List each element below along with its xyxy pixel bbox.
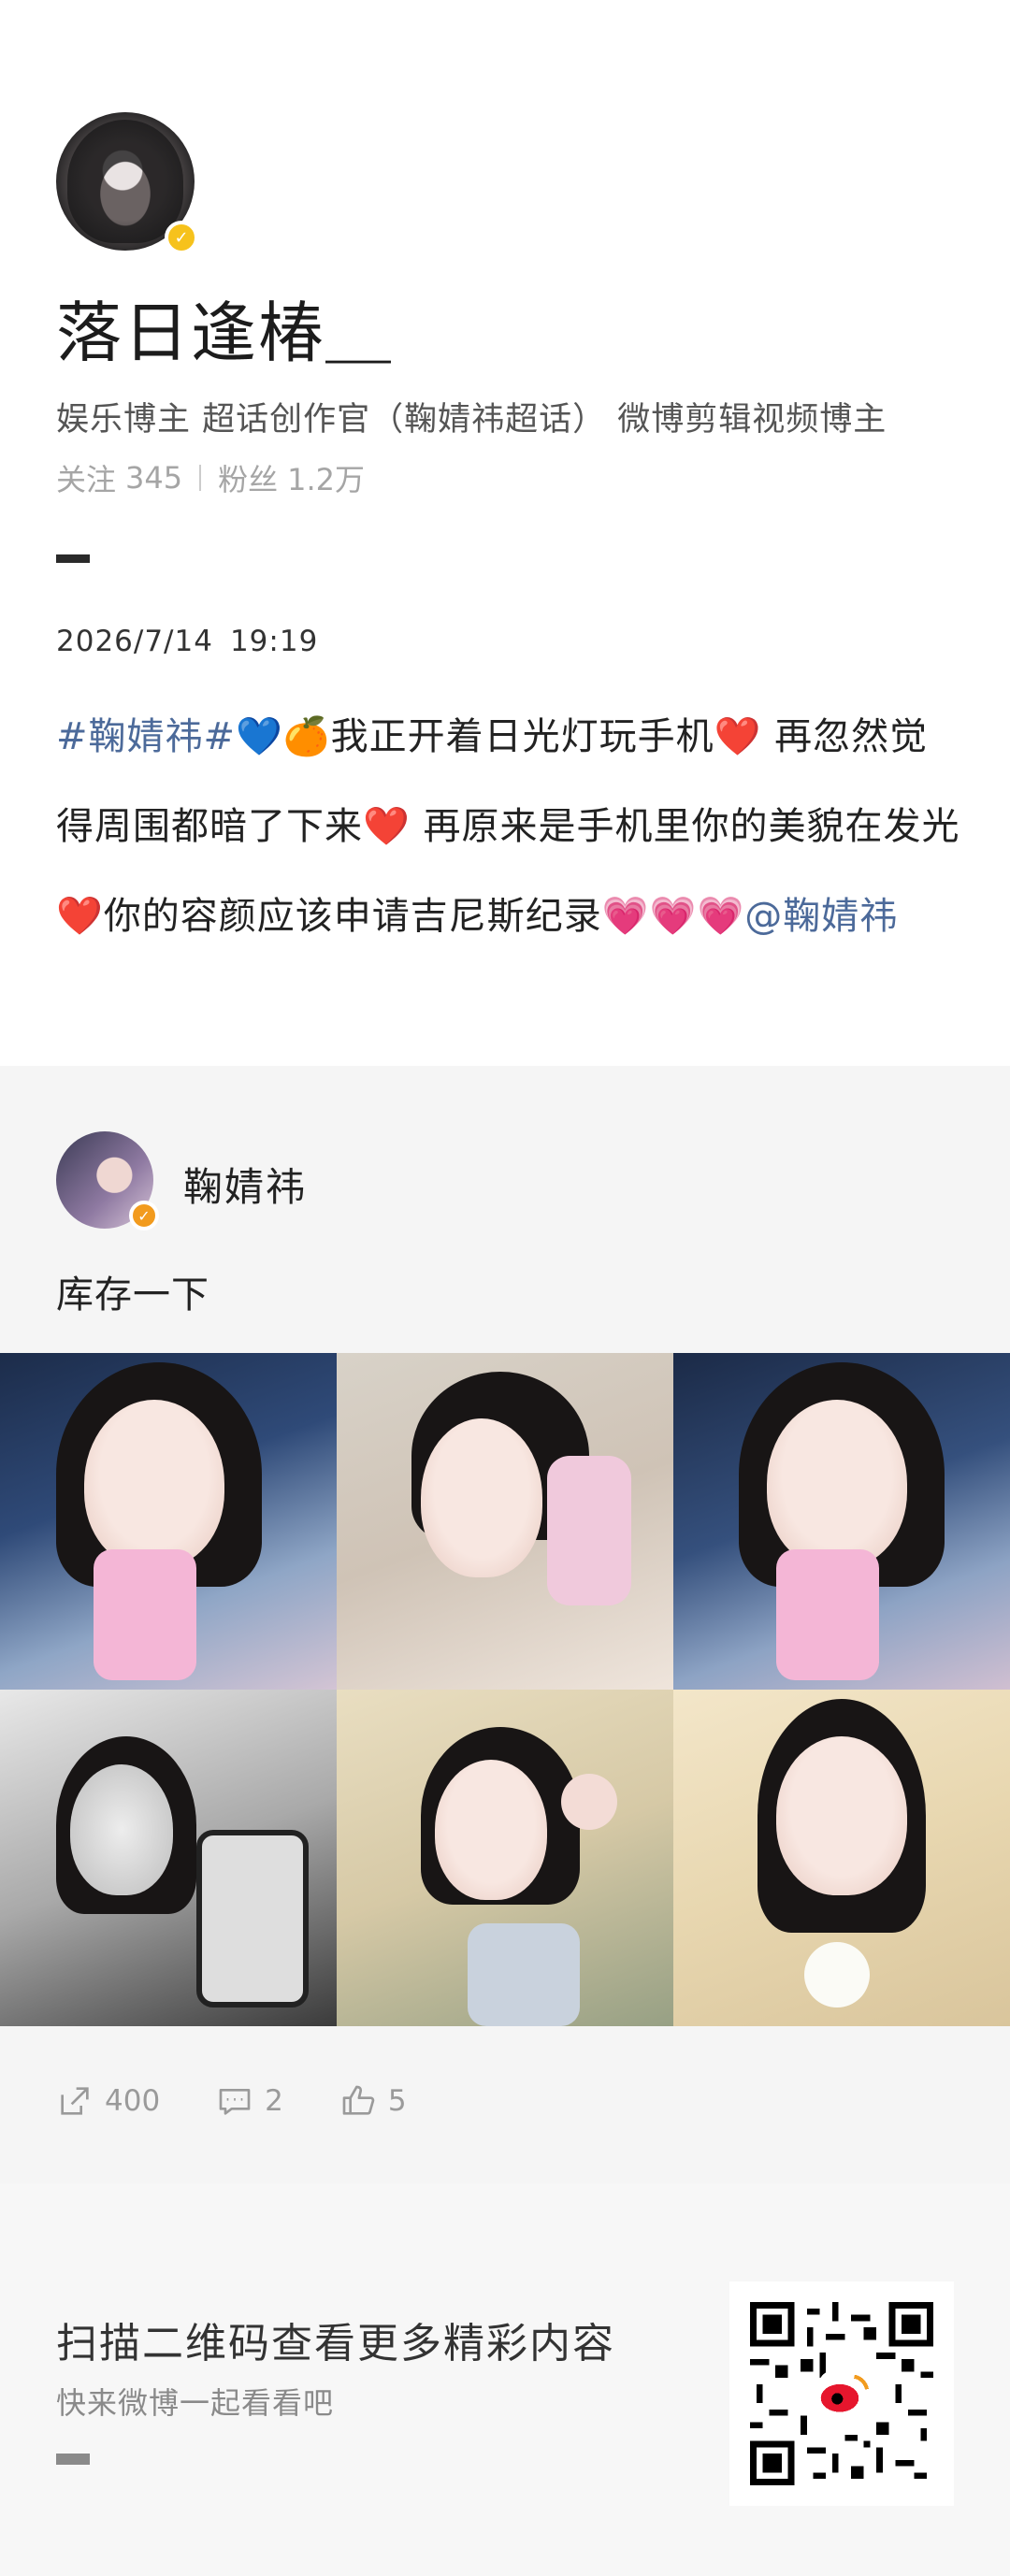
photo-4[interactable] [0, 1690, 337, 2026]
post-date: 2026/7/14 [56, 625, 213, 658]
footer-qr-section: 扫描二维码查看更多精彩内容 快来微博一起看看吧 [0, 2183, 1010, 2576]
pink-heart-icon: 💗 [697, 895, 745, 938]
qr-code-icon [750, 2302, 933, 2485]
repost-button[interactable]: 400 [56, 2082, 160, 2120]
follow-label[interactable]: 关注 [56, 456, 116, 499]
verified-badge-icon: ✓ [129, 1201, 159, 1230]
post-time: 19:19 [229, 625, 319, 658]
like-button[interactable]: 5 [339, 2082, 407, 2120]
post-text: #鞠婧祎#💙🍊我正开着日光灯玩手机❤️ 再忽然觉得周围都暗了下来❤️ 再原来是手… [56, 692, 963, 961]
photo-2[interactable] [337, 1353, 673, 1690]
photo-5[interactable] [337, 1690, 673, 2026]
stats-divider [199, 465, 202, 491]
stats: 关注 345 粉丝 1.2万 [56, 456, 365, 499]
thumbs-up-icon [342, 2085, 375, 2115]
post-segment-4: 你的容颜应该申请吉尼斯纪录 [103, 895, 602, 938]
red-heart-icon: ❤️ [363, 805, 411, 848]
repost-icon [61, 2087, 89, 2115]
comment-count: 2 [265, 2084, 283, 2118]
post-timestamp: 2026/7/14 19:19 [56, 625, 318, 658]
post-segment-1: 我正开着日光灯玩手机 [330, 715, 714, 758]
verified-badge-icon: ✓ [165, 221, 198, 254]
bio: 娱乐博主 超话创作官（鞠婧祎超话） 微博剪辑视频博主 [56, 401, 887, 439]
card-text: 库存一下 [56, 1274, 209, 1317]
photo-6[interactable] [673, 1690, 1010, 2026]
avatar[interactable]: ✓ [56, 112, 198, 254]
fans-label[interactable]: 粉丝 [218, 456, 278, 499]
action-bar: 400 2 5 [56, 2082, 463, 2120]
pink-heart-icon: 💗 [649, 895, 698, 938]
hashtag-link[interactable]: #鞠婧祎# [56, 715, 236, 758]
divider-dash [56, 554, 90, 563]
fans-count[interactable]: 1.2万 [287, 456, 365, 499]
card-avatar[interactable]: ✓ [56, 1131, 159, 1230]
qr-code[interactable] [729, 2281, 954, 2506]
photo-1[interactable] [0, 1353, 337, 1690]
profile-header: ✓ 落日逢椿＿ 娱乐博主 超话创作官（鞠婧祎超话） 微博剪辑视频博主 关注 34… [0, 0, 1010, 1066]
username[interactable]: 落日逢椿＿ [56, 281, 393, 375]
comment-icon [219, 2089, 251, 2115]
red-heart-icon: ❤️ [56, 895, 104, 938]
like-count: 5 [387, 2084, 407, 2118]
comment-button[interactable]: 2 [216, 2082, 283, 2120]
retweet-card[interactable]: ✓ 鞠婧祎 库存一下 400 2 5 [0, 1066, 1010, 2183]
pink-heart-icon: 💗 [601, 895, 650, 938]
footer-title: 扫描二维码查看更多精彩内容 [56, 2320, 615, 2367]
red-heart-icon: ❤️ [714, 715, 762, 758]
card-author-name[interactable]: 鞠婧祎 [183, 1156, 307, 1213]
repost-count: 400 [105, 2084, 161, 2118]
follow-count[interactable]: 345 [125, 460, 182, 496]
footer-subtitle: 快来微博一起看看吧 [56, 2385, 335, 2421]
blue-heart-icon: 💙 [236, 715, 283, 758]
orange-icon: 🍊 [282, 715, 331, 758]
photo-grid [0, 1353, 1010, 2026]
photo-3[interactable] [673, 1353, 1010, 1690]
footer-dash [56, 2454, 90, 2465]
mention-link[interactable]: @鞠婧祎 [744, 895, 898, 938]
post-segment-3: 再原来是手机里你的美貌在发光 [410, 805, 960, 848]
